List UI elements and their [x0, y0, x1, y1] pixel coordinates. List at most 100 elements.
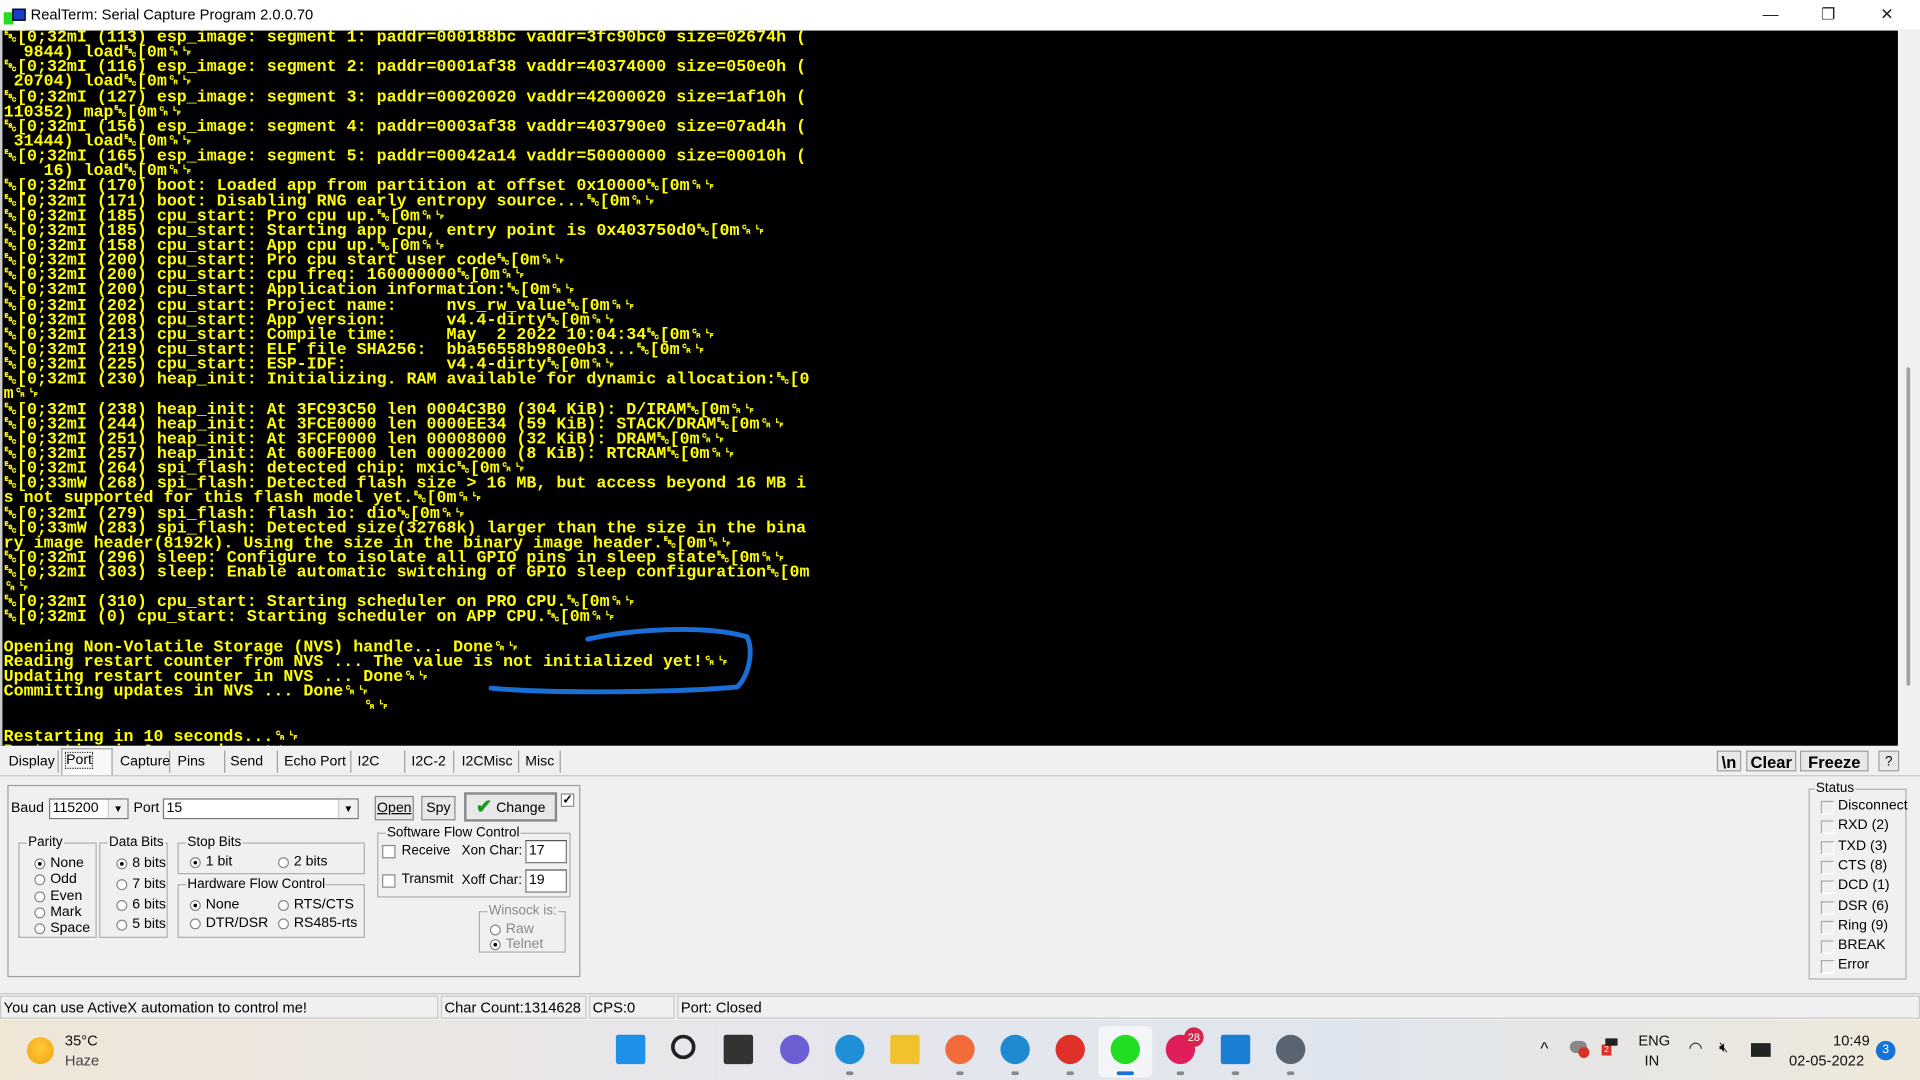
- radio-label: RS485-rts: [293, 915, 358, 931]
- radio-parity-space[interactable]: [34, 923, 46, 935]
- search-icon[interactable]: [671, 1034, 696, 1060]
- radio-label: Odd: [50, 871, 77, 887]
- open-button[interactable]: Open: [374, 795, 414, 821]
- folder-icon[interactable]: [890, 1034, 920, 1065]
- terminal-output[interactable]: ␛[0;32mI (113) esp_image: segment 1: pad…: [0, 30, 1898, 746]
- tab-display[interactable]: Display: [5, 750, 59, 773]
- radio-stop-bits-2-bits[interactable]: [277, 857, 289, 869]
- change-button[interactable]: ✔ Change: [464, 792, 558, 822]
- tab-i2cmisc[interactable]: I2CMisc: [458, 750, 520, 773]
- tray-app-icon[interactable]: 2: [1601, 1038, 1618, 1056]
- terminal-line: ␛[0;32mI (0) cpu_start: Starting schedul…: [3, 609, 617, 628]
- battery-charging-icon[interactable]: [1751, 1043, 1771, 1057]
- weather-condition[interactable]: Haze: [65, 1052, 99, 1069]
- port-label: Port: [133, 800, 160, 816]
- maximize-button[interactable]: ❐: [1804, 2, 1853, 26]
- radio-hw-flow-rts-cts[interactable]: [277, 900, 289, 912]
- radio-winsock-telnet[interactable]: [489, 939, 501, 951]
- realterm-app-icon: [3, 5, 26, 25]
- tab-label: Capture: [120, 754, 171, 769]
- volume-muted-icon[interactable]: 🔇︎: [1719, 1038, 1728, 1056]
- tab-i2c-2[interactable]: I2C-2: [408, 750, 455, 773]
- radio-data-bits-5-bits[interactable]: [116, 919, 128, 931]
- status-bar: You can use ActiveX automation to contro…: [0, 993, 1920, 1021]
- status-item-label: DCD (1): [1837, 878, 1890, 893]
- clock-date[interactable]: 02-05-2022: [1789, 1052, 1864, 1069]
- task-view-icon[interactable]: [723, 1034, 754, 1065]
- transmit-checkbox[interactable]: [382, 874, 396, 888]
- tab-pins[interactable]: Pins: [174, 750, 226, 773]
- wifi-icon[interactable]: ◠: [1689, 1038, 1703, 1058]
- tab-echo-port[interactable]: Echo Port: [280, 750, 352, 773]
- chevron-down-icon[interactable]: ▼: [107, 799, 128, 818]
- terminal-scrollbar[interactable]: [1897, 30, 1920, 746]
- xon-char-input[interactable]: 17: [525, 840, 567, 864]
- radio-label: None: [205, 897, 240, 913]
- clear-button[interactable]: Clear: [1746, 750, 1797, 772]
- language-bottom[interactable]: IN: [1644, 1052, 1659, 1069]
- radio-data-bits-7-bits[interactable]: [116, 879, 128, 891]
- status-item-label: BREAK: [1837, 938, 1886, 953]
- baud-select[interactable]: 115200 ▼: [48, 798, 129, 820]
- radio-label: 2 bits: [293, 854, 328, 870]
- tab-misc[interactable]: Misc: [522, 750, 561, 773]
- newline-button[interactable]: \n: [1716, 750, 1742, 772]
- help-button[interactable]: ?: [1878, 750, 1900, 772]
- radio-data-bits-8-bits[interactable]: [116, 858, 128, 870]
- radio-label: 1 bit: [205, 854, 233, 870]
- postman-icon[interactable]: [945, 1034, 975, 1065]
- radio-hw-flow-none[interactable]: [189, 900, 201, 912]
- group-title: Stop Bits: [186, 835, 243, 850]
- group-title: Winsock is:: [487, 903, 558, 919]
- receive-checkbox[interactable]: [382, 844, 396, 859]
- tray-badge: 2: [1601, 1044, 1612, 1056]
- radio-stop-bits-1-bit[interactable]: [189, 857, 201, 869]
- notification-count-badge[interactable]: 3: [1875, 1040, 1896, 1061]
- xoff-char-input[interactable]: 19: [525, 869, 567, 893]
- status-indicator: [1820, 920, 1835, 935]
- radio-parity-even[interactable]: [34, 891, 46, 903]
- weather-temp[interactable]: 35°C: [65, 1032, 98, 1049]
- language-top[interactable]: ENG: [1638, 1032, 1670, 1049]
- radio-parity-none[interactable]: [34, 858, 46, 870]
- edge-browser-icon[interactable]: [835, 1034, 865, 1065]
- change-checkbox[interactable]: ✓: [560, 793, 575, 807]
- show-hidden-icons-chevron[interactable]: ^: [1540, 1038, 1548, 1058]
- tab-label: I2CMisc: [461, 754, 513, 769]
- gear-icon[interactable]: [1275, 1034, 1306, 1065]
- radio-hw-flow-rs485-rts[interactable]: [277, 918, 289, 930]
- realterm-icon[interactable]: [1110, 1034, 1141, 1065]
- clock-time[interactable]: 10:49: [1833, 1032, 1870, 1049]
- close-button[interactable]: ✕: [1862, 2, 1911, 26]
- tab-send[interactable]: Send: [227, 750, 278, 773]
- chevron-down-icon[interactable]: ▼: [337, 799, 358, 818]
- running-indicator: [1066, 1071, 1074, 1076]
- weather-haze-icon[interactable]: [26, 1037, 54, 1065]
- port-select[interactable]: 15 ▼: [162, 798, 359, 820]
- group-title: Status: [1814, 781, 1856, 796]
- scrollbar-thumb[interactable]: [1906, 367, 1911, 686]
- running-indicator: [1286, 1071, 1295, 1076]
- chat-icon[interactable]: [780, 1034, 810, 1065]
- tab-capture[interactable]: Capture: [116, 750, 171, 773]
- windows-start-icon[interactable]: [615, 1034, 646, 1065]
- radio-hw-flow-dtr-dsr[interactable]: [189, 918, 201, 930]
- tab-i2c[interactable]: I2C: [354, 750, 406, 773]
- radio-winsock-raw[interactable]: [489, 924, 501, 936]
- espressif-icon[interactable]: [1055, 1034, 1085, 1065]
- cps: CPS:0: [588, 995, 675, 1019]
- running-indicator: [1116, 1071, 1134, 1076]
- running-indicator: [956, 1071, 964, 1076]
- radio-parity-mark[interactable]: [34, 907, 46, 919]
- tab-port[interactable]: Port: [61, 748, 113, 776]
- baud-value: 115200: [52, 800, 99, 816]
- onedrive-error-icon[interactable]: [1569, 1040, 1590, 1058]
- freeze-button[interactable]: Freeze: [1800, 750, 1869, 772]
- spy-button[interactable]: Spy: [421, 795, 456, 821]
- gauge-icon[interactable]: [1220, 1034, 1251, 1065]
- radio-data-bits-6-bits[interactable]: [116, 900, 128, 912]
- radio-parity-odd[interactable]: [34, 874, 46, 886]
- vscode-icon[interactable]: [1000, 1034, 1030, 1065]
- minimize-button[interactable]: —: [1746, 2, 1795, 26]
- status-message: You can use ActiveX automation to contro…: [0, 995, 439, 1019]
